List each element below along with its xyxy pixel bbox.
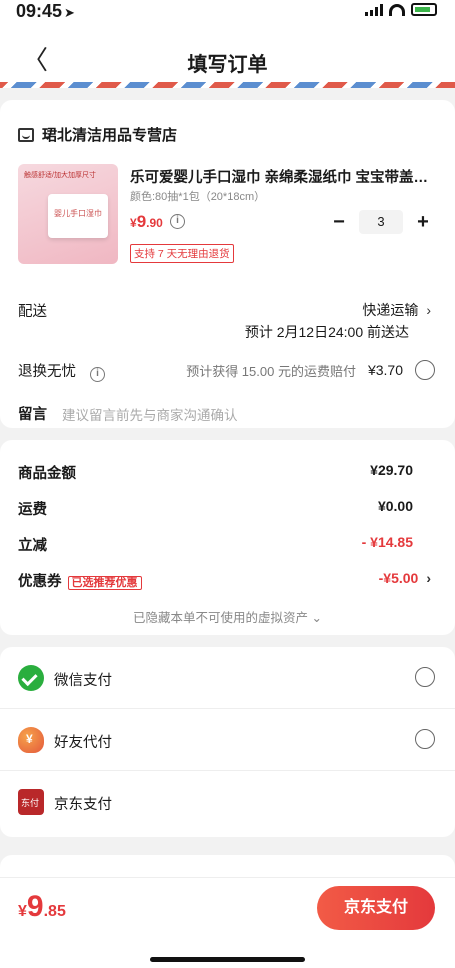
worry-free-note: 预计获得 15.00 元的运费赔付 xyxy=(186,363,356,379)
worry-free-info-icon[interactable]: i xyxy=(90,367,106,382)
return-policy-badge: 支持 7 天无理由退货 xyxy=(130,244,234,263)
clock-text: 09:45 xyxy=(16,1,63,21)
bottom-submit-bar: ¥9.85 京东支付 xyxy=(0,877,455,968)
increase-quantity-button[interactable]: + xyxy=(413,211,433,234)
coupon-value: -¥5.00 xyxy=(378,570,419,586)
total-currency: ¥ xyxy=(18,903,27,920)
submit-payment-button[interactable]: 京东支付 xyxy=(317,886,435,930)
location-arrow-icon: ➤ xyxy=(64,5,75,20)
shop-icon xyxy=(18,127,34,142)
coupon-badge: 已选推荐优惠 xyxy=(67,576,142,590)
shipping-label: 运费 xyxy=(18,502,47,518)
status-icons xyxy=(365,3,437,16)
battery-icon xyxy=(411,3,437,16)
payment-option-friend[interactable]: 好友代付 xyxy=(0,709,455,771)
discount-value: - ¥14.85 xyxy=(361,534,413,550)
discount-label: 立减 xyxy=(18,538,47,554)
hidden-assets-toggle[interactable]: 已隐藏本单不可使用的虚拟资产 ⌄ xyxy=(0,607,455,626)
shop-row[interactable]: 珺北清洁用品专营店 xyxy=(18,124,177,145)
coupon-label: 优惠券 xyxy=(18,574,62,590)
price-info-icon[interactable]: i xyxy=(170,214,185,229)
wechat-pay-icon xyxy=(18,665,44,691)
nav-bar: 〈 填写订单 xyxy=(0,22,455,82)
decrease-quantity-button[interactable]: − xyxy=(329,211,349,234)
price-decimal: .90 xyxy=(146,216,163,230)
payment-option-label: 微信支付 xyxy=(54,673,112,689)
payment-options-card: 微信支付 好友代付 京东支付 xyxy=(0,647,455,837)
payment-option-label: 京东支付 xyxy=(54,797,112,813)
payment-option-jd[interactable]: 京东支付 xyxy=(0,771,455,833)
delivery-method: 快递运输 xyxy=(362,302,419,318)
jd-pay-icon xyxy=(18,789,44,815)
wechat-pay-radio[interactable] xyxy=(415,667,435,687)
status-time: 09:45 ➤ xyxy=(16,1,75,22)
product-pack-graphic xyxy=(48,194,108,238)
price-integer: 9 xyxy=(136,212,147,231)
payment-option-wechat[interactable]: 微信支付 xyxy=(0,647,455,709)
address-envelope-border xyxy=(0,82,455,88)
total-integer: 9 xyxy=(26,890,44,923)
page-title: 填写订单 xyxy=(187,54,268,76)
price-currency: ¥ xyxy=(130,216,137,230)
total-decimal: .85 xyxy=(43,903,66,920)
status-bar: 09:45 ➤ xyxy=(0,0,455,22)
worry-free-label: 退换无忧 xyxy=(18,364,76,380)
product-price: ¥9.90 xyxy=(130,212,163,232)
product-image[interactable]: 触感舒适/加大加厚尺寸 xyxy=(18,164,118,264)
shop-name: 珺北清洁用品专营店 xyxy=(42,127,178,144)
delivery-label: 配送 xyxy=(18,304,47,320)
delivery-method-row[interactable]: 快递运输 › xyxy=(362,300,431,320)
coupon-row[interactable]: 优惠券 已选推荐优惠 xyxy=(18,570,142,591)
signal-icon xyxy=(365,3,383,16)
remark-label: 留言 xyxy=(18,407,47,423)
home-indicator xyxy=(150,957,305,962)
friend-pay-radio[interactable] xyxy=(415,729,435,749)
goods-amount-label: 商品金额 xyxy=(18,466,76,482)
shipping-value: ¥0.00 xyxy=(377,498,413,514)
order-card: 珺北清洁用品专营店 触感舒适/加大加厚尺寸 乐可爱婴儿手口湿巾 亲绵柔湿纸巾 宝… xyxy=(0,100,455,428)
worry-free-row: 退换无忧 i xyxy=(18,360,106,382)
chevron-right-icon: › xyxy=(426,302,431,318)
delivery-eta: 预计 2月12日24:00 前送达 xyxy=(244,324,409,340)
price-summary-card: 商品金额 ¥29.70 运费 ¥0.00 立减 - ¥14.85 优惠券 已选推荐… xyxy=(0,440,455,635)
payment-option-label: 好友代付 xyxy=(54,735,112,751)
worry-free-price: ¥3.70 xyxy=(367,362,403,378)
worry-free-option: 预计获得 15.00 元的运费赔付 ¥3.70 xyxy=(186,360,435,380)
remark-input[interactable]: 建议留言前先与商家沟通确认 xyxy=(62,404,238,424)
coupon-value-row[interactable]: -¥5.00 › xyxy=(379,570,431,586)
total-price: ¥9.85 xyxy=(18,890,66,924)
quantity-value[interactable]: 3 xyxy=(359,210,403,234)
product-image-tag: 触感舒适/加大加厚尺寸 xyxy=(24,172,96,179)
wifi-icon xyxy=(389,3,405,16)
bottom-card-edge xyxy=(0,855,455,877)
worry-free-radio[interactable] xyxy=(415,360,435,380)
quantity-stepper: − 3 + xyxy=(329,210,433,234)
chevron-right-icon: › xyxy=(426,570,431,586)
friend-pay-icon xyxy=(18,727,44,753)
product-title[interactable]: 乐可爱婴儿手口湿巾 亲绵柔湿纸巾 宝宝带盖… xyxy=(130,166,430,187)
product-spec: 颜色:80抽*1包（20*18cm） xyxy=(130,191,266,203)
goods-amount-value: ¥29.70 xyxy=(370,462,413,478)
